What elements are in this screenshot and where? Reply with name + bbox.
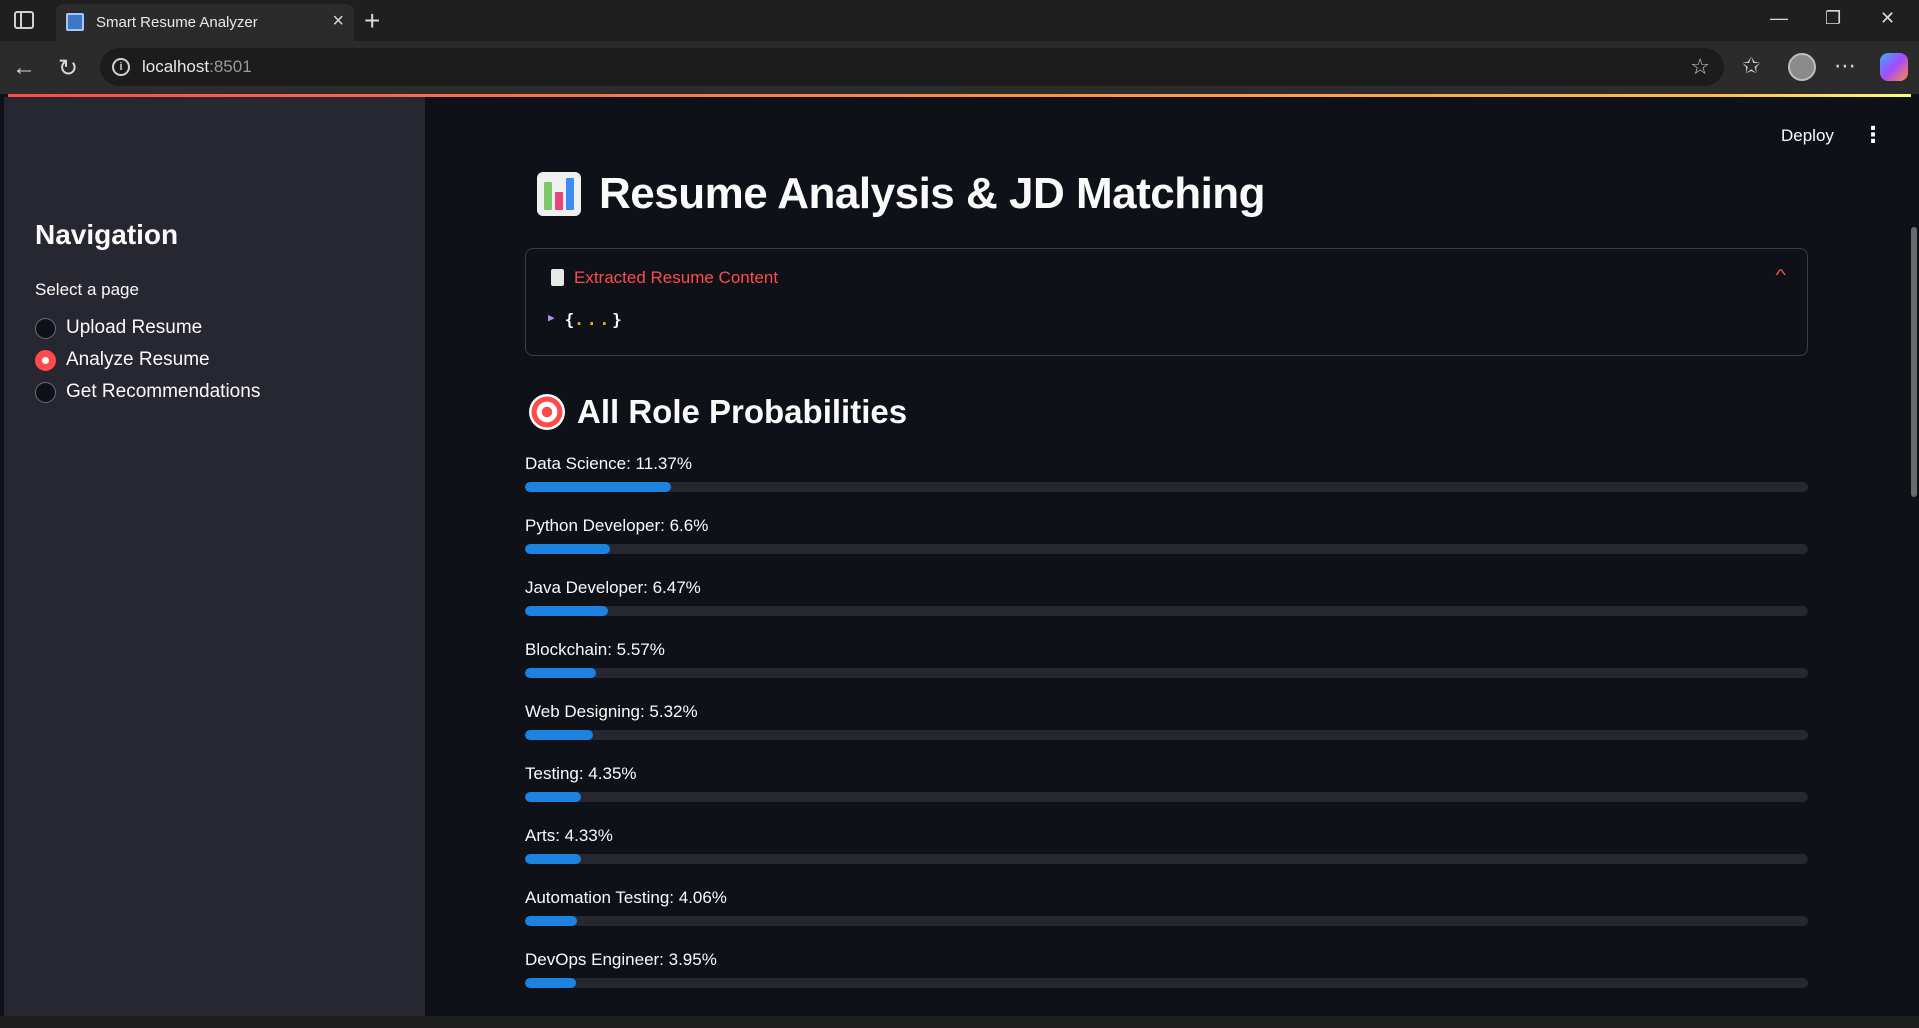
address-bar[interactable]: i localhost:8501 ☆	[100, 48, 1724, 86]
radio-upload-resume[interactable]: Upload Resume	[35, 312, 260, 344]
chevron-up-icon[interactable]: ^	[1776, 267, 1787, 285]
probability-item: Java Developer: 6.47%	[525, 578, 1808, 640]
progress-bar-fill	[525, 916, 578, 926]
radio-group-label: Select a page	[35, 280, 139, 299]
section-title: All Role Probabilities	[529, 393, 907, 431]
radio-option-label: Analyze Resume	[66, 349, 210, 370]
probability-label: Testing: 4.35%	[525, 764, 637, 783]
progress-bar-fill	[525, 544, 610, 554]
copilot-icon[interactable]	[1880, 53, 1908, 81]
browser-tab[interactable]: Smart Resume Analyzer ×	[56, 4, 354, 41]
sidebar-title: Navigation	[35, 219, 179, 250]
target-icon	[529, 394, 565, 430]
bar-chart-icon	[537, 172, 581, 216]
probability-label: DevOps Engineer: 3.95%	[525, 950, 717, 969]
favicon-icon	[66, 13, 84, 31]
radio-analyze-resume[interactable]: Analyze Resume	[35, 344, 260, 376]
favorite-star-icon[interactable]: ☆	[1690, 54, 1710, 80]
probability-item: DevOps Engineer: 3.95%	[525, 950, 1808, 1012]
probability-item: Arts: 4.33%	[525, 826, 1808, 888]
progress-bar	[525, 978, 1808, 988]
sidebar-toggle-icon[interactable]	[14, 11, 34, 29]
role-probabilities-list: Data Science: 11.37% Python Developer: 6.…	[525, 454, 1808, 1012]
progress-bar-fill	[525, 730, 594, 740]
window-bottom-edge	[0, 1016, 1919, 1028]
probability-label: Arts: 4.33%	[525, 826, 613, 845]
deploy-button[interactable]: Deploy	[1781, 126, 1834, 146]
sidebar: Navigation Select a page Upload Resume A…	[4, 97, 425, 1016]
radio-get-recommendations[interactable]: Get Recommendations	[35, 376, 260, 408]
close-tab-icon[interactable]: ×	[332, 11, 344, 31]
probability-label: Web Designing: 5.32%	[525, 702, 698, 721]
progress-bar	[525, 668, 1808, 678]
info-icon[interactable]: i	[112, 58, 130, 76]
probability-item: Automation Testing: 4.06%	[525, 888, 1808, 950]
scrollbar[interactable]	[1911, 227, 1917, 497]
progress-bar-fill	[525, 978, 576, 988]
probability-item: Data Science: 11.37%	[525, 454, 1808, 516]
radio-circle-selected[interactable]	[35, 349, 56, 371]
new-tab-icon[interactable]: +	[364, 5, 380, 37]
page-radio-group: Upload Resume Analyze Resume Get Recomme…	[35, 312, 260, 408]
progress-bar-fill	[525, 854, 581, 864]
favorites-icon[interactable]: ✩	[1742, 53, 1760, 79]
probability-label: Blockchain: 5.57%	[525, 640, 665, 659]
probability-item: Web Designing: 5.32%	[525, 702, 1808, 764]
radio-option-label: Get Recommendations	[66, 381, 261, 402]
url-text: localhost:8501	[142, 57, 252, 76]
progress-bar	[525, 544, 1808, 554]
probability-item: Python Developer: 6.6%	[525, 516, 1808, 578]
probability-label: Java Developer: 6.47%	[525, 578, 701, 597]
progress-bar-fill	[525, 668, 597, 678]
page-title: Resume Analysis & JD Matching	[537, 169, 1266, 219]
progress-bar	[525, 730, 1808, 740]
progress-bar	[525, 606, 1808, 616]
probability-item: Blockchain: 5.57%	[525, 640, 1808, 702]
tab-title: Smart Resume Analyzer	[96, 14, 258, 31]
resume-content-expander[interactable]: Extracted Resume Content ^ ▶ {...}	[525, 248, 1808, 356]
progress-bar	[525, 916, 1808, 926]
progress-bar-fill	[525, 792, 581, 802]
page-title-text: Resume Analysis & JD Matching	[599, 169, 1266, 218]
back-icon[interactable]: ←	[12, 54, 36, 82]
minimize-icon[interactable]: —	[1770, 8, 1788, 29]
close-window-icon[interactable]: ✕	[1880, 8, 1895, 29]
json-viewer[interactable]: ▶ {...}	[548, 310, 622, 329]
browser-tab-bar: Smart Resume Analyzer × + — ❐ ✕	[0, 0, 1919, 41]
section-title-text: All Role Probabilities	[577, 393, 908, 430]
probability-label: Automation Testing: 4.06%	[525, 888, 727, 907]
document-icon	[551, 269, 564, 286]
expander-label[interactable]: Extracted Resume Content	[574, 268, 778, 288]
progress-bar-fill	[525, 482, 671, 492]
browser-toolbar: ← ↻ i localhost:8501 ☆ ✩ ⋯	[0, 41, 1919, 94]
streamlit-app: Navigation Select a page Upload Resume A…	[4, 97, 1917, 1016]
probability-label: Data Science: 11.37%	[525, 454, 692, 473]
reload-icon[interactable]: ↻	[58, 54, 78, 83]
probability-label: Python Developer: 6.6%	[525, 516, 709, 535]
profile-avatar[interactable]	[1788, 53, 1816, 81]
progress-bar	[525, 854, 1808, 864]
expand-triangle-icon[interactable]: ▶	[548, 311, 555, 324]
radio-option-label: Upload Resume	[66, 317, 203, 338]
progress-bar-fill	[525, 606, 608, 616]
progress-bar	[525, 792, 1808, 802]
main-menu-icon[interactable]: ⋮	[1862, 122, 1884, 148]
radio-circle[interactable]	[35, 317, 56, 339]
probability-item: Testing: 4.35%	[525, 764, 1808, 826]
more-icon[interactable]: ⋯	[1834, 53, 1856, 79]
restore-icon[interactable]: ❐	[1825, 8, 1841, 29]
progress-bar	[525, 482, 1808, 492]
radio-circle[interactable]	[35, 381, 56, 403]
